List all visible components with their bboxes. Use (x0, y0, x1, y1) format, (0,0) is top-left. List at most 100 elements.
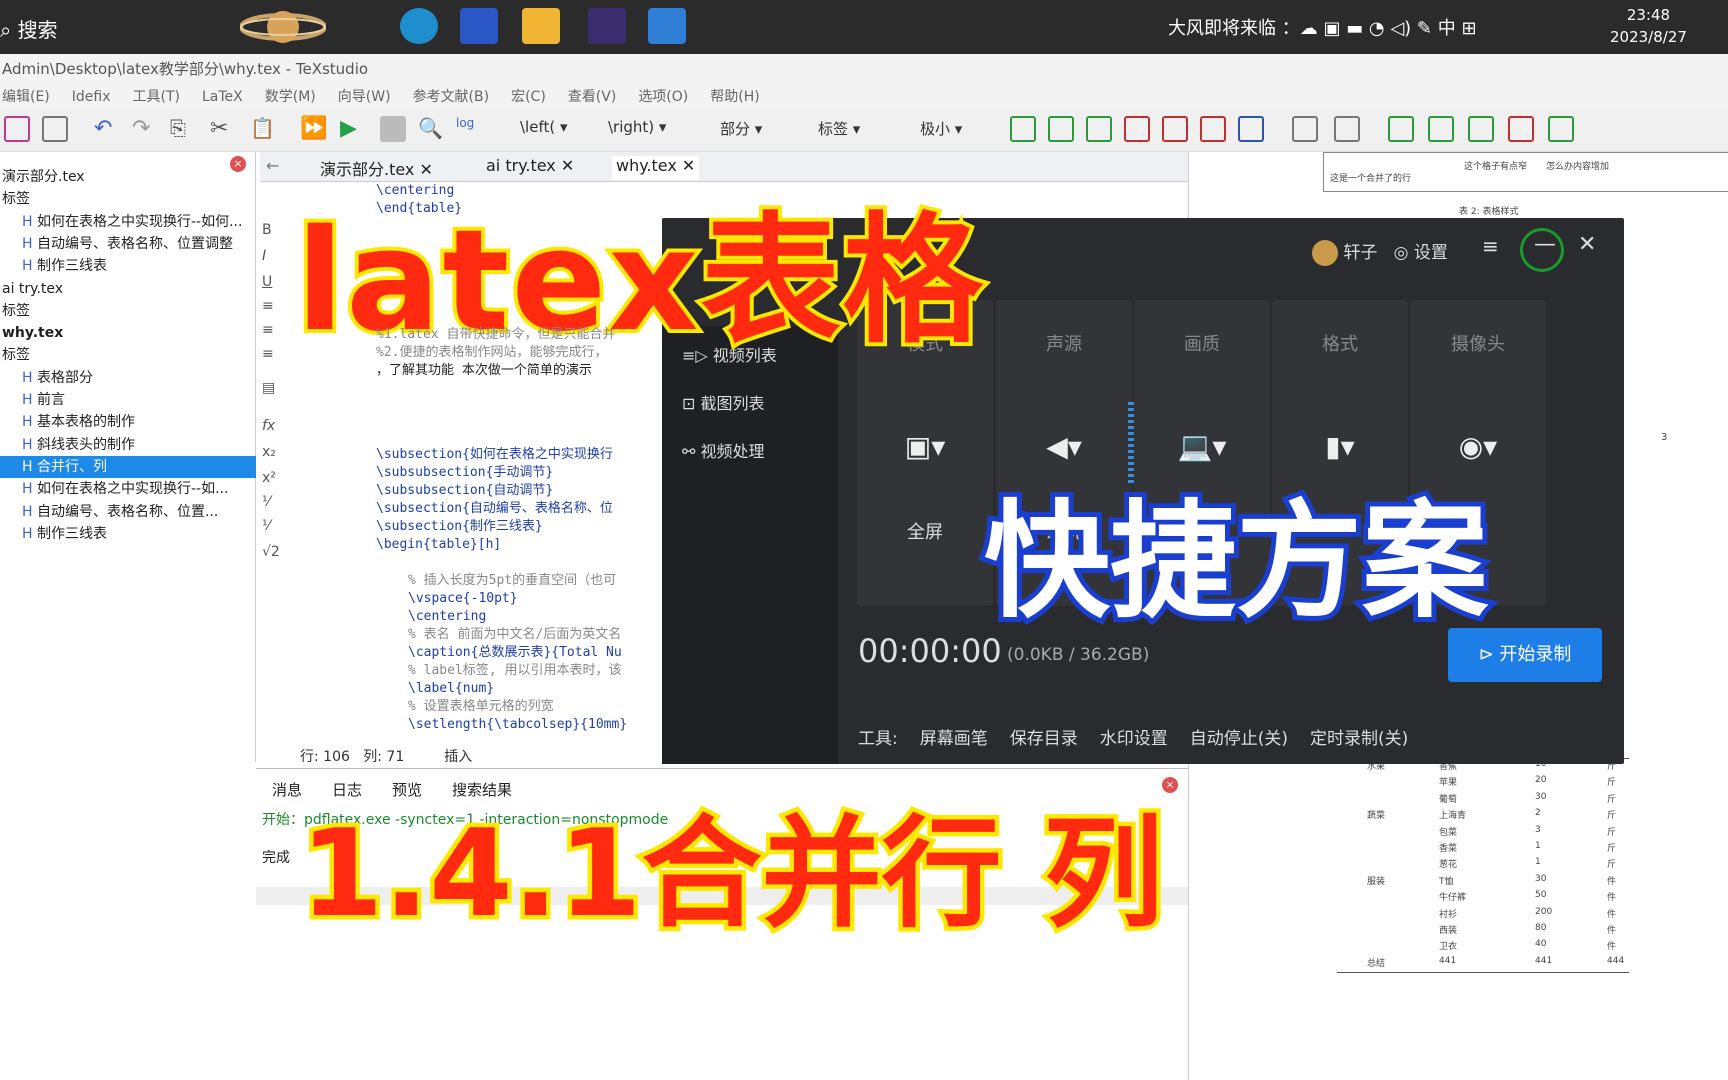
undo-icon[interactable]: ↶ (94, 116, 120, 142)
close-file-icon[interactable] (42, 116, 68, 142)
task-view-icon[interactable] (336, 8, 374, 44)
menu-item[interactable]: 工具(T) (133, 89, 180, 105)
table-align-icon[interactable] (1238, 116, 1264, 142)
back-icon[interactable]: ← (266, 156, 279, 180)
table-delete-icon[interactable] (1200, 116, 1226, 142)
file-explorer-icon[interactable] (522, 8, 560, 44)
panel-tab[interactable]: 消息 (272, 781, 302, 799)
right-bracket-dropdown[interactable]: \right) ▾ (608, 118, 666, 142)
size-dropdown[interactable]: 极小 ▾ (920, 118, 962, 142)
search-box[interactable]: ⌕ 搜索 (0, 14, 58, 43)
stop-icon[interactable] (380, 116, 406, 142)
structure-item[interactable]: H 基本表格的制作 (0, 411, 135, 433)
table-remove-row-icon[interactable] (1124, 116, 1150, 142)
structure-item[interactable]: H 制作三线表 (0, 255, 107, 277)
bold-icon[interactable]: B (262, 222, 272, 238)
cut-icon[interactable]: ✂ (210, 116, 236, 142)
align-right-icon-2[interactable]: ≡ (262, 346, 274, 362)
structure-item[interactable]: 标签 (0, 300, 30, 322)
minimize-icon[interactable]: — (1534, 232, 1556, 257)
app-icon[interactable] (460, 8, 498, 44)
menu-item[interactable]: 选项(O) (638, 89, 688, 105)
function-icon[interactable]: fx (262, 418, 275, 434)
structure-item[interactable]: H 如何在表格之中实现换行--如... (0, 478, 228, 500)
align-left-icon[interactable] (1468, 116, 1494, 142)
weather-text[interactable]: 大风即将来临 (1168, 18, 1276, 39)
tool-button[interactable]: 定时录制(关) (1310, 729, 1408, 749)
structure-item[interactable]: 演示部分.tex (0, 166, 85, 188)
app-icon-2[interactable] (588, 8, 626, 44)
menu-item[interactable]: 宏(C) (511, 89, 546, 105)
sqrt-icon[interactable]: √2 (262, 544, 280, 560)
menu-item[interactable]: 帮助(H) (710, 89, 759, 105)
menu-icon[interactable]: ≡ (1482, 234, 1499, 258)
section-dropdown[interactable]: 部分 ▾ (720, 118, 762, 142)
text-box-icon[interactable] (1388, 116, 1414, 142)
table-small-icon[interactable]: ▤ (262, 380, 275, 396)
log-icon[interactable]: log (456, 116, 482, 142)
table-icon[interactable] (1010, 116, 1036, 142)
comment-icon[interactable] (1428, 116, 1454, 142)
tool-button[interactable]: 水印设置 (1100, 729, 1168, 749)
menu-item[interactable]: 参考文献(B) (413, 89, 490, 105)
build-view-icon[interactable]: ⏩ (300, 116, 327, 142)
underline-icon[interactable]: U (262, 274, 272, 290)
dfrac-icon[interactable]: ⅟ (262, 518, 270, 534)
menu-item[interactable]: LaTeX (202, 89, 243, 105)
close-icon[interactable]: ✕ (1578, 232, 1596, 257)
italic-icon[interactable]: I (262, 248, 266, 264)
settings-label[interactable]: 设置 (1414, 243, 1448, 263)
view-icon[interactable]: 🔍 (418, 116, 444, 142)
subscript-icon[interactable]: x₂ (262, 444, 276, 460)
close-panel-icon[interactable]: × (230, 156, 246, 172)
copy-icon[interactable]: ⎘ (170, 116, 196, 142)
structure-item[interactable]: why.tex (0, 322, 63, 344)
doc2-icon[interactable] (1334, 116, 1360, 142)
align-right-icon[interactable] (1548, 116, 1574, 142)
user-name[interactable]: 轩子 (1343, 243, 1377, 263)
recorder-nav-item[interactable]: ⊡ 截图列表 (682, 390, 765, 414)
superscript-icon[interactable]: x² (262, 470, 276, 486)
menu-item[interactable]: 向导(W) (338, 89, 391, 105)
structure-item[interactable]: H 前言 (0, 389, 65, 411)
recorder-taskbar-icon[interactable] (648, 8, 686, 44)
tray-icons[interactable]: ：☁ ▣ ▬ ◔ ◁) ✎ (1282, 18, 1438, 39)
close-panel-icon-2[interactable]: × (1162, 777, 1178, 793)
structure-item[interactable]: H 表格部分 (0, 367, 93, 389)
ime-indicator[interactable]: 中 (1438, 18, 1456, 39)
redo-icon[interactable]: ↷ (132, 116, 158, 142)
structure-item[interactable]: 标签 (0, 188, 30, 210)
structure-item[interactable]: H 自动编号、表格名称、位置调整 (0, 233, 233, 255)
tool-button[interactable]: 屏幕画笔 (920, 729, 988, 749)
align-center-icon-2[interactable]: ≡ (262, 322, 274, 338)
menu-item[interactable]: 编辑(E) (2, 89, 50, 105)
structure-item[interactable]: H 制作三线表 (0, 523, 107, 545)
table-add-icon[interactable] (1048, 116, 1074, 142)
recorder-nav-item[interactable]: ⚯ 视频处理 (682, 438, 765, 462)
avatar[interactable] (1312, 240, 1338, 266)
save-icon[interactable] (4, 116, 30, 142)
structure-item[interactable]: 标签 (0, 344, 30, 366)
menu-item[interactable]: 数学(M) (265, 89, 316, 105)
keyboard-icon[interactable]: ⊞ (1461, 18, 1476, 39)
tool-button[interactable]: 保存目录 (1010, 729, 1078, 749)
doc-icon[interactable] (1292, 116, 1318, 142)
menu-item[interactable]: 查看(V) (568, 89, 617, 105)
structure-item[interactable]: H 自动编号、表格名称、位置... (0, 501, 218, 523)
left-bracket-dropdown[interactable]: \left( ▾ (520, 118, 568, 142)
structure-item[interactable]: H 合并行、列 (0, 455, 256, 478)
paste-icon[interactable]: 📋 (250, 116, 276, 142)
structure-item[interactable]: H 如何在表格之中实现换行--如何... (0, 211, 242, 233)
label-dropdown[interactable]: 标签 ▾ (818, 118, 860, 142)
fraction-icon[interactable]: ⅟ (262, 494, 270, 510)
compile-icon[interactable]: ▶ (340, 116, 366, 142)
align-center-icon[interactable] (1508, 116, 1534, 142)
clock[interactable]: 23:48 2023/8/27 (1610, 4, 1687, 48)
table-col-icon[interactable] (1086, 116, 1112, 142)
tool-button[interactable]: 自动停止(关) (1190, 729, 1288, 749)
align-icon[interactable]: ≡ (262, 298, 274, 314)
table-remove-col-icon[interactable] (1162, 116, 1188, 142)
menu-item[interactable]: Idefix (72, 89, 111, 105)
edge-icon[interactable] (400, 8, 438, 44)
structure-item[interactable]: H 斜线表头的制作 (0, 434, 135, 456)
